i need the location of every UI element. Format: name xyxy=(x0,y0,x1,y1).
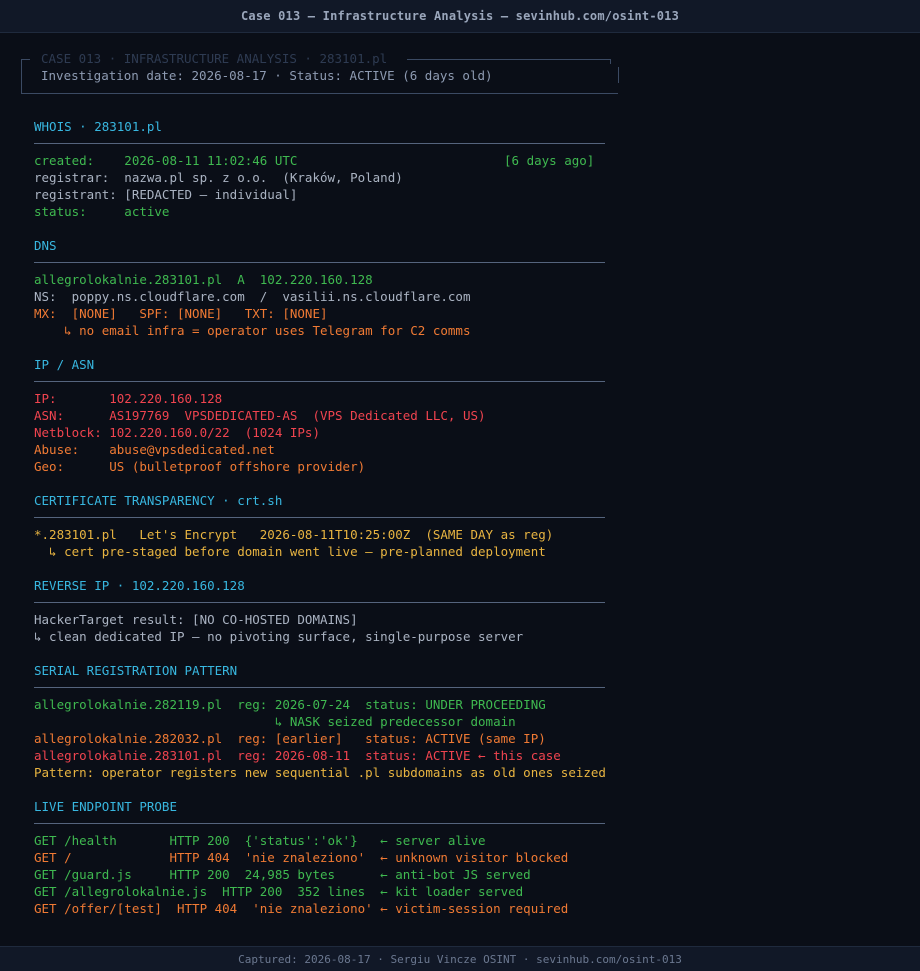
whois-created-ago: [6 days ago] xyxy=(504,153,595,168)
serial-row-note: ↳ NASK seized predecessor domain xyxy=(34,714,516,729)
dns-ns: NS: poppy.ns.cloudflare.com / vasilii.ns… xyxy=(34,289,471,304)
cert-entry: *.283101.pl Let's Encrypt 2026-08-11T10:… xyxy=(34,527,554,542)
reverse-ip-note: ↳ clean dedicated IP — no pivoting surfa… xyxy=(34,629,524,644)
probe-row: GET /health HTTP 200 {'status':'ok'} ← s… xyxy=(34,833,486,848)
divider xyxy=(34,262,605,263)
serial-row: allegrolokalnie.282032.pl reg: [earlier]… xyxy=(34,731,546,746)
section-title-cert: CERTIFICATE TRANSPARENCY · crt.sh xyxy=(34,493,283,508)
dns-a-record: allegrolokalnie.283101.pl A 102.220.160.… xyxy=(34,272,373,287)
whois-created: created: 2026-08-11 11:02:46 UTC xyxy=(34,153,298,168)
footer-bar: Captured: 2026-08-17 · Sergiu Vincze OSI… xyxy=(0,946,920,971)
serial-pattern: Pattern: operator registers new sequenti… xyxy=(34,765,606,780)
reverse-ip-result: HackerTarget result: [NO CO-HOSTED DOMAI… xyxy=(34,612,358,627)
divider xyxy=(34,143,605,144)
abuse-contact: Abuse: abuse@vpsdedicated.net xyxy=(34,442,275,457)
asn: ASN: AS197769 VPSDEDICATED-AS (VPS Dedic… xyxy=(34,408,486,423)
divider xyxy=(34,602,605,603)
probe-row: GET /guard.js HTTP 200 24,985 bytes ← an… xyxy=(34,867,531,882)
section-title-whois: WHOIS · 283101.pl xyxy=(34,119,162,134)
window-title: Case 013 — Infrastructure Analysis — sev… xyxy=(240,9,680,23)
case-header-legend: CASE 013 · INFRASTRUCTURE ANALYSIS · 283… xyxy=(41,51,388,66)
divider xyxy=(34,517,605,518)
section-title-ip-asn: IP / ASN xyxy=(34,357,95,372)
window-title-bar: Case 013 — Infrastructure Analysis — sev… xyxy=(0,0,920,33)
section-title-probe: LIVE ENDPOINT PROBE xyxy=(34,799,177,814)
dns-mx: MX: [NONE] SPF: [NONE] TXT: [NONE] xyxy=(34,306,328,321)
section-title-serial: SERIAL REGISTRATION PATTERN xyxy=(34,663,238,678)
whois-registrant: registrant: [REDACTED — individual] xyxy=(34,187,298,202)
footer-text: Captured: 2026-08-17 · Sergiu Vincze OSI… xyxy=(238,952,682,966)
divider xyxy=(34,823,605,824)
probe-row: GET / HTTP 404 'nie znaleziono' ← unknow… xyxy=(34,850,569,865)
whois-status: status: active xyxy=(34,204,170,219)
geo: Geo: US (bulletproof offshore provider) xyxy=(34,459,366,474)
section-title-reverse-ip: REVERSE IP · 102.220.160.128 xyxy=(34,578,245,593)
divider xyxy=(34,381,605,382)
ip-address: IP: 102.220.160.128 xyxy=(34,391,223,406)
cert-note: ↳ cert pre-staged before domain went liv… xyxy=(34,544,546,559)
investigation-status: Investigation date: 2026-08-17 · Status:… xyxy=(41,68,493,83)
section-title-dns: DNS xyxy=(34,238,57,253)
probe-row: GET /offer/[test] HTTP 404 'nie znalezio… xyxy=(34,901,569,916)
netblock: Netblock: 102.220.160.0/22 (1024 IPs) xyxy=(34,425,320,440)
divider xyxy=(34,687,605,688)
serial-row: allegrolokalnie.282119.pl reg: 2026-07-2… xyxy=(34,697,546,712)
whois-registrar: registrar: nazwa.pl sp. z o.o. (Kraków, … xyxy=(34,170,403,185)
serial-row: allegrolokalnie.283101.pl reg: 2026-08-1… xyxy=(34,748,561,763)
probe-row: GET /allegrolokalnie.js HTTP 200 352 lin… xyxy=(34,884,524,899)
dns-note: ↳ no email infra = operator uses Telegra… xyxy=(34,323,471,338)
